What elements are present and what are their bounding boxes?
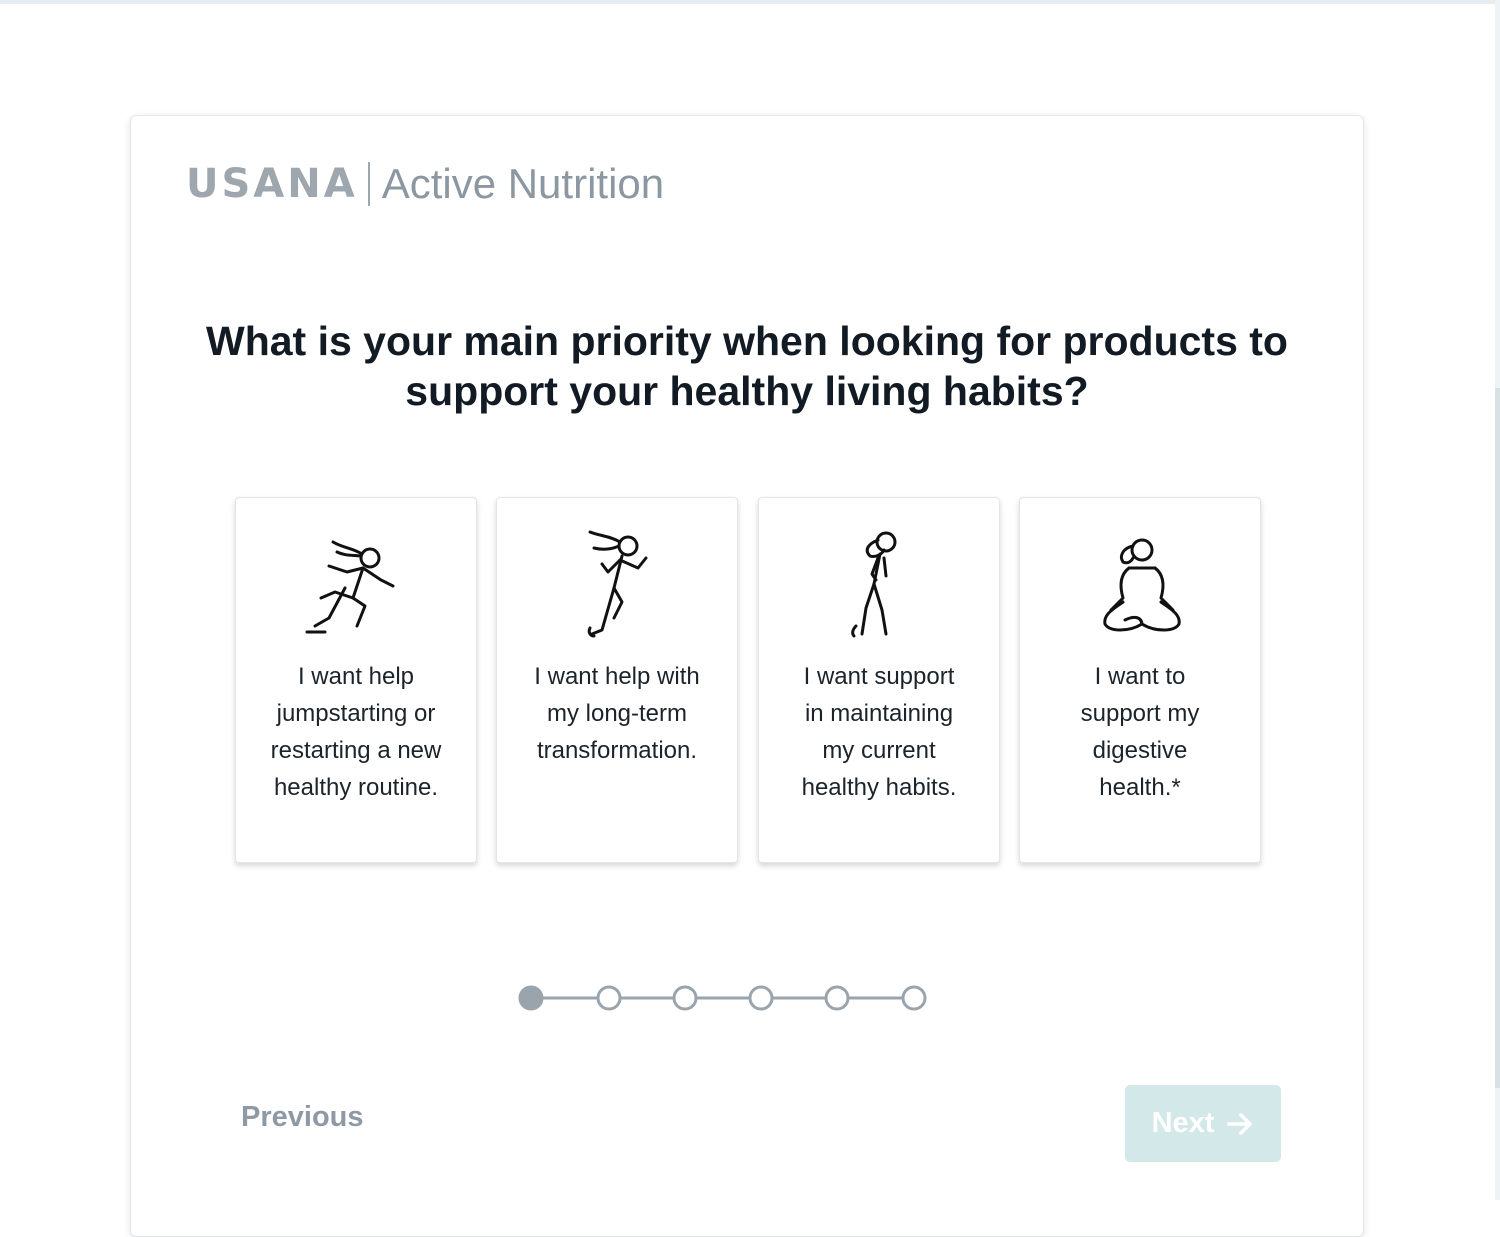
brand-product-name: Active Nutrition	[381, 160, 665, 207]
arrow-right-icon	[1226, 1112, 1254, 1136]
jogging-woman-icon	[562, 528, 672, 643]
option-text: I want help jumpstarting or restarting a…	[270, 663, 442, 801]
scrollbar-thumb[interactable]	[1495, 388, 1500, 1088]
next-button[interactable]: Next	[1125, 1085, 1281, 1162]
step-dot-6	[901, 985, 927, 1011]
previous-button[interactable]: Previous	[241, 1101, 364, 1134]
step-dot-2	[596, 985, 622, 1011]
brand-divider	[367, 162, 370, 206]
question-line-2: support your healthy living habits?	[405, 368, 1089, 414]
answer-options: I want help jumpstarting or restarting a…	[235, 497, 1261, 863]
question-heading: What is your main priority when looking …	[191, 316, 1303, 416]
running-woman-icon	[301, 528, 411, 643]
step-dot-4	[748, 985, 774, 1011]
option-text: I want help with my long-term transforma…	[534, 663, 700, 764]
brand-header: USANA Active Nutrition	[186, 158, 664, 210]
usana-logo: USANA	[186, 161, 358, 207]
option-digestive[interactable]: I want to support my digestive health.*	[1019, 497, 1261, 863]
step-dot-5	[824, 985, 850, 1011]
option-jumpstart[interactable]: I want help jumpstarting or restarting a…	[235, 497, 477, 863]
option-text: I want support in maintaining my current…	[801, 663, 957, 801]
progress-stepper	[516, 983, 936, 1013]
option-maintain[interactable]: I want support in maintaining my current…	[758, 497, 1000, 863]
walking-woman-icon	[824, 528, 934, 643]
option-text: I want to support my digestive health.*	[1080, 663, 1200, 801]
option-long-term[interactable]: I want help with my long-term transforma…	[496, 497, 738, 863]
step-dot-3	[672, 985, 698, 1011]
top-strip	[0, 0, 1500, 4]
meditating-woman-icon	[1085, 528, 1195, 643]
question-line-1: What is your main priority when looking …	[206, 318, 1288, 364]
quiz-card: USANA Active Nutrition What is your main…	[130, 115, 1364, 1237]
step-dot-1-active	[518, 985, 544, 1011]
next-button-label: Next	[1151, 1107, 1215, 1139]
